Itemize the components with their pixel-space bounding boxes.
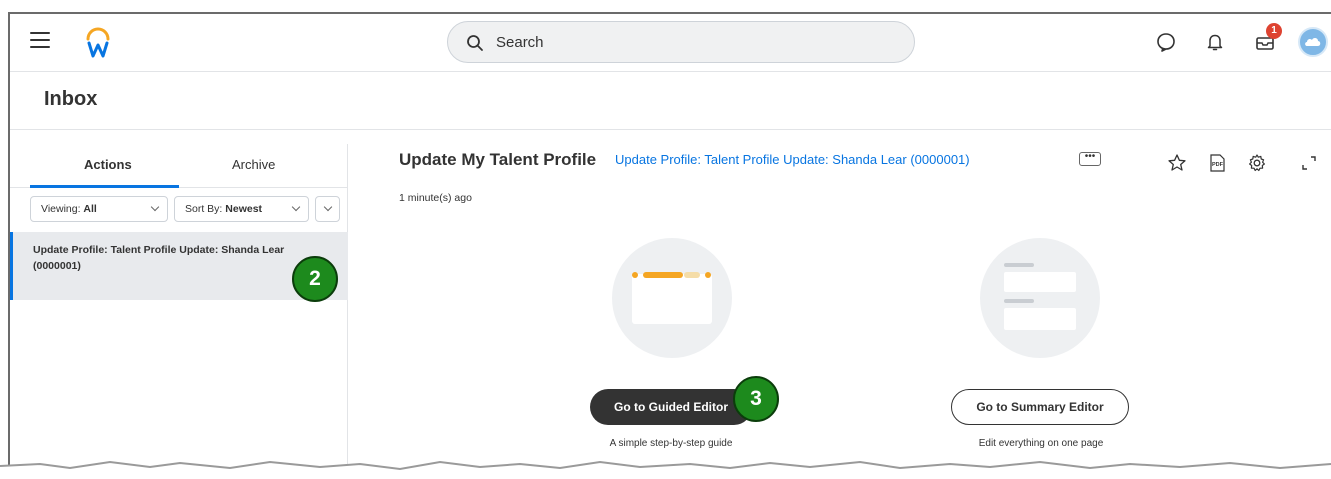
torn-edge-decoration [0, 460, 1331, 479]
user-avatar[interactable] [1298, 27, 1328, 57]
top-bar: Search 1 [10, 14, 1331, 72]
pdf-icon[interactable]: PDF [1207, 153, 1227, 173]
task-link[interactable]: Update Profile: Talent Profile Update: S… [615, 152, 970, 167]
inbox-list-panel: Actions Archive Viewing: All Sort By: Ne… [10, 144, 348, 479]
chevron-down-icon [150, 202, 160, 212]
search-icon [467, 35, 483, 51]
chevron-down-icon [323, 202, 333, 212]
inbox-item-label: Update Profile: Talent Profile Update: S… [33, 244, 285, 272]
filter-bar: Viewing: All Sort By: Newest [10, 196, 348, 226]
page-title: Inbox [44, 88, 98, 110]
task-title: Update My Talent Profile [399, 150, 597, 169]
sort-value: Newest [225, 203, 263, 215]
guided-editor-illustration [612, 238, 732, 358]
bell-icon[interactable] [1204, 31, 1226, 53]
notification-badge: 1 [1266, 23, 1282, 39]
tab-archive[interactable]: Archive [232, 157, 275, 172]
gear-icon[interactable] [1247, 153, 1267, 173]
guided-illustration-icon [632, 272, 712, 324]
chevron-down-icon [291, 202, 301, 212]
viewing-prefix: Viewing: [41, 203, 81, 215]
svg-text:PDF: PDF [1212, 162, 1224, 168]
viewing-value: All [83, 203, 97, 215]
task-detail-panel: Update My Talent Profile Update Profile:… [349, 144, 1331, 479]
search-input[interactable]: Search [447, 21, 915, 63]
active-tab-indicator [30, 185, 179, 188]
more-filters-button[interactable] [315, 196, 340, 222]
sort-dropdown[interactable]: Sort By: Newest [174, 196, 309, 222]
more-options-button[interactable]: ••• [1079, 152, 1101, 166]
viewing-dropdown[interactable]: Viewing: All [30, 196, 168, 222]
sort-prefix: Sort By: [185, 203, 223, 215]
step-marker-2: 2 [292, 256, 338, 302]
inbox-tabs: Actions Archive [10, 144, 348, 188]
chat-icon[interactable] [1155, 31, 1177, 53]
summary-editor-illustration [980, 238, 1100, 358]
app-window: Search 1 Inbox Actions Archive Viewing: … [8, 12, 1331, 479]
expand-icon[interactable] [1299, 153, 1319, 173]
star-icon[interactable] [1167, 153, 1187, 173]
cloud-icon [1305, 38, 1321, 46]
page-header: Inbox [10, 72, 1331, 130]
search-placeholder: Search [496, 34, 544, 51]
summary-editor-button[interactable]: Go to Summary Editor [951, 389, 1129, 425]
menu-icon[interactable] [30, 32, 50, 48]
summary-illustration-icon [1004, 263, 1076, 330]
guided-editor-button[interactable]: Go to Guided Editor [590, 389, 752, 425]
step-marker-3: 3 [733, 376, 779, 422]
workday-logo[interactable] [84, 25, 112, 59]
tab-actions[interactable]: Actions [84, 157, 132, 172]
timestamp: 1 minute(s) ago [399, 192, 472, 204]
